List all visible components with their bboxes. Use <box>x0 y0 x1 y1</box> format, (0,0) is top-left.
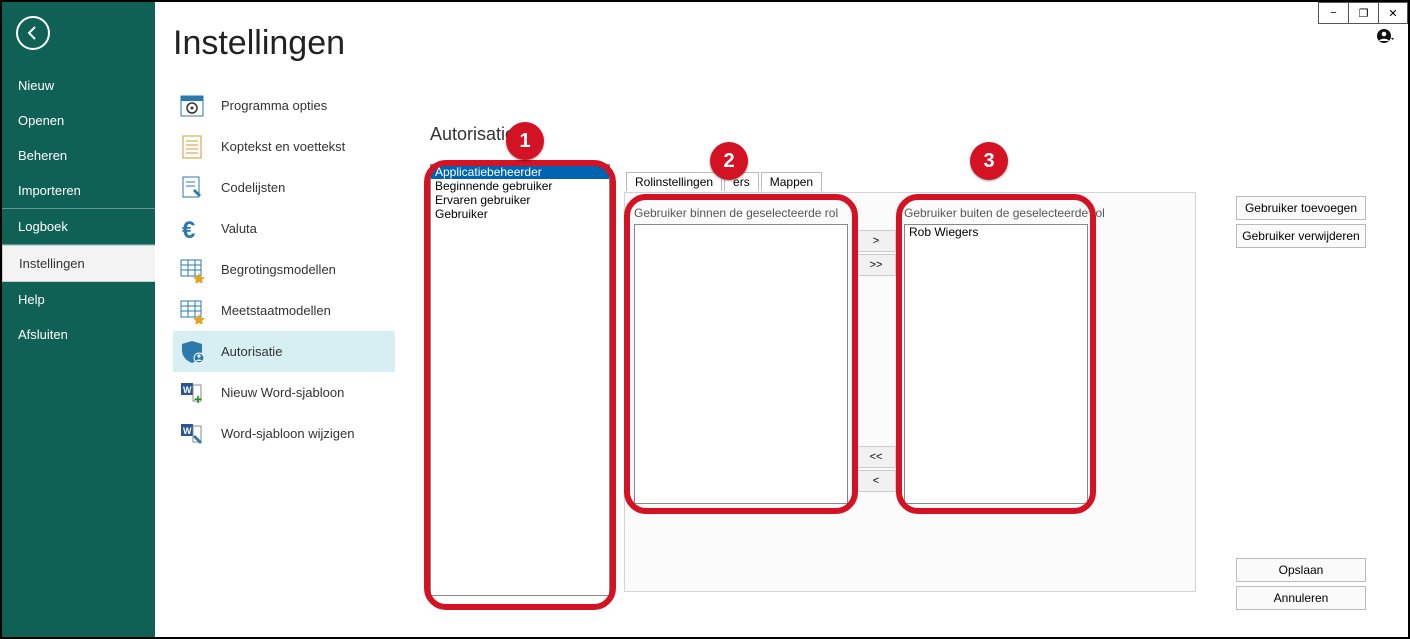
save-button[interactable]: Opslaan <box>1236 558 1366 582</box>
svg-text:€: € <box>182 217 195 242</box>
roles-listbox-wrapper: ApplicatiebeheerderBeginnende gebruikerE… <box>430 164 615 604</box>
role-row[interactable]: Beginnende gebruiker <box>431 179 609 193</box>
nav-item-beheren[interactable]: Beheren <box>2 138 155 173</box>
settings-item-label: Programma opties <box>221 98 327 113</box>
settings-item-begrotingsmodellen[interactable]: Begrotingsmodellen <box>173 249 395 290</box>
gear-icon <box>177 92 209 120</box>
role-tabs: RolinstellingenersMappen <box>626 172 824 191</box>
users-in-label: Gebruiker binnen de geselecteerde rol <box>634 206 838 220</box>
svg-text:W: W <box>183 385 192 395</box>
nav-item-nieuw[interactable]: Nieuw <box>2 68 155 103</box>
settings-item-label: Koptekst en voettekst <box>221 139 345 154</box>
role-row[interactable]: Applicatiebeheerder <box>431 165 609 179</box>
users-out-label: Gebruiker buiten de geselecteerde rol <box>904 206 1105 220</box>
shield-user-icon <box>177 338 209 366</box>
tab-rolinstellingen[interactable]: Rolinstellingen <box>626 172 722 191</box>
settings-item-label: Valuta <box>221 221 257 236</box>
add-user-button[interactable]: Gebruiker toevoegen <box>1236 196 1366 220</box>
nav-item-afsluiten[interactable]: Afsluiten <box>2 317 155 352</box>
user-account-icon[interactable] <box>1376 28 1396 53</box>
settings-item-koptekst-en-voettekst[interactable]: Koptekst en voettekst <box>173 126 395 167</box>
maximize-button[interactable]: ❐ <box>1348 2 1378 24</box>
settings-item-label: Word-sjabloon wijzigen <box>221 426 354 441</box>
settings-item-meetstaatmodellen[interactable]: Meetstaatmodellen <box>173 290 395 331</box>
settings-item-label: Begrotingsmodellen <box>221 262 336 277</box>
word-new-icon: W+ <box>177 379 209 407</box>
move-left-all-button[interactable]: << <box>856 446 896 468</box>
move-right-all-button[interactable]: >> <box>856 254 896 276</box>
settings-item-label: Nieuw Word-sjabloon <box>221 385 344 400</box>
role-row[interactable]: Gebruiker <box>431 207 609 221</box>
doc-edit-icon <box>177 174 209 202</box>
user-row[interactable]: Rob Wiegers <box>905 225 1087 239</box>
users-out-listbox[interactable]: Rob Wiegers <box>904 224 1088 504</box>
page-title: Instellingen <box>173 24 395 63</box>
nav-item-openen[interactable]: Openen <box>2 103 155 138</box>
move-buttons: > >> << < <box>856 230 898 492</box>
settings-item-programma-opties[interactable]: Programma opties <box>173 85 395 126</box>
settings-item-label: Codelijsten <box>221 180 285 195</box>
grid-star-icon <box>177 256 209 284</box>
settings-item-codelijsten[interactable]: Codelijsten <box>173 167 395 208</box>
roles-listbox[interactable]: ApplicatiebeheerderBeginnende gebruikerE… <box>430 164 610 596</box>
tab-mappen[interactable]: Mappen <box>761 172 822 191</box>
grid-star-icon <box>177 297 209 325</box>
settings-item-autorisatie[interactable]: Autorisatie <box>173 331 395 372</box>
move-right-one-button[interactable]: > <box>856 230 896 252</box>
tab-gebruikers[interactable]: ers <box>724 172 759 191</box>
euro-icon: € <box>177 215 209 243</box>
remove-user-button[interactable]: Gebruiker verwijderen <box>1236 224 1366 248</box>
role-row[interactable]: Ervaren gebruiker <box>431 193 609 207</box>
backstage-nav: NieuwOpenenBeherenImporterenLogboekInste… <box>2 2 155 637</box>
nav-item-help[interactable]: Help <box>2 282 155 317</box>
minimize-button[interactable]: − <box>1318 2 1348 24</box>
nav-item-instellingen[interactable]: Instellingen <box>2 245 155 282</box>
user-action-buttons: Gebruiker toevoegen Gebruiker verwijdere… <box>1236 196 1366 248</box>
nav-item-importeren[interactable]: Importeren <box>2 173 155 208</box>
move-left-one-button[interactable]: < <box>856 470 896 492</box>
back-button[interactable] <box>16 16 50 50</box>
close-button[interactable]: ✕ <box>1378 2 1408 24</box>
doc-lines-icon <box>177 133 209 161</box>
users-in-listbox[interactable] <box>634 224 848 504</box>
settings-item-label: Autorisatie <box>221 344 282 359</box>
annotation-3-badge: 3 <box>970 142 1008 180</box>
settings-category-list: Instellingen Programma opties Koptekst en… <box>155 2 395 637</box>
dialog-buttons: Opslaan Annuleren <box>1236 558 1366 610</box>
svg-text:+: + <box>194 391 202 406</box>
section-title: Autorisatie <box>430 124 515 145</box>
cancel-button[interactable]: Annuleren <box>1236 586 1366 610</box>
word-edit-icon: W <box>177 420 209 448</box>
settings-item-word-sjabloon-wijzigen[interactable]: W Word-sjabloon wijzigen <box>173 413 395 454</box>
svg-text:W: W <box>183 426 192 436</box>
settings-item-nieuw-word-sjabloon[interactable]: W+ Nieuw Word-sjabloon <box>173 372 395 413</box>
nav-item-logboek[interactable]: Logboek <box>2 209 155 244</box>
settings-item-label: Meetstaatmodellen <box>221 303 331 318</box>
window-controls: − ❐ ✕ <box>1318 2 1408 24</box>
settings-item-valuta[interactable]: € Valuta <box>173 208 395 249</box>
